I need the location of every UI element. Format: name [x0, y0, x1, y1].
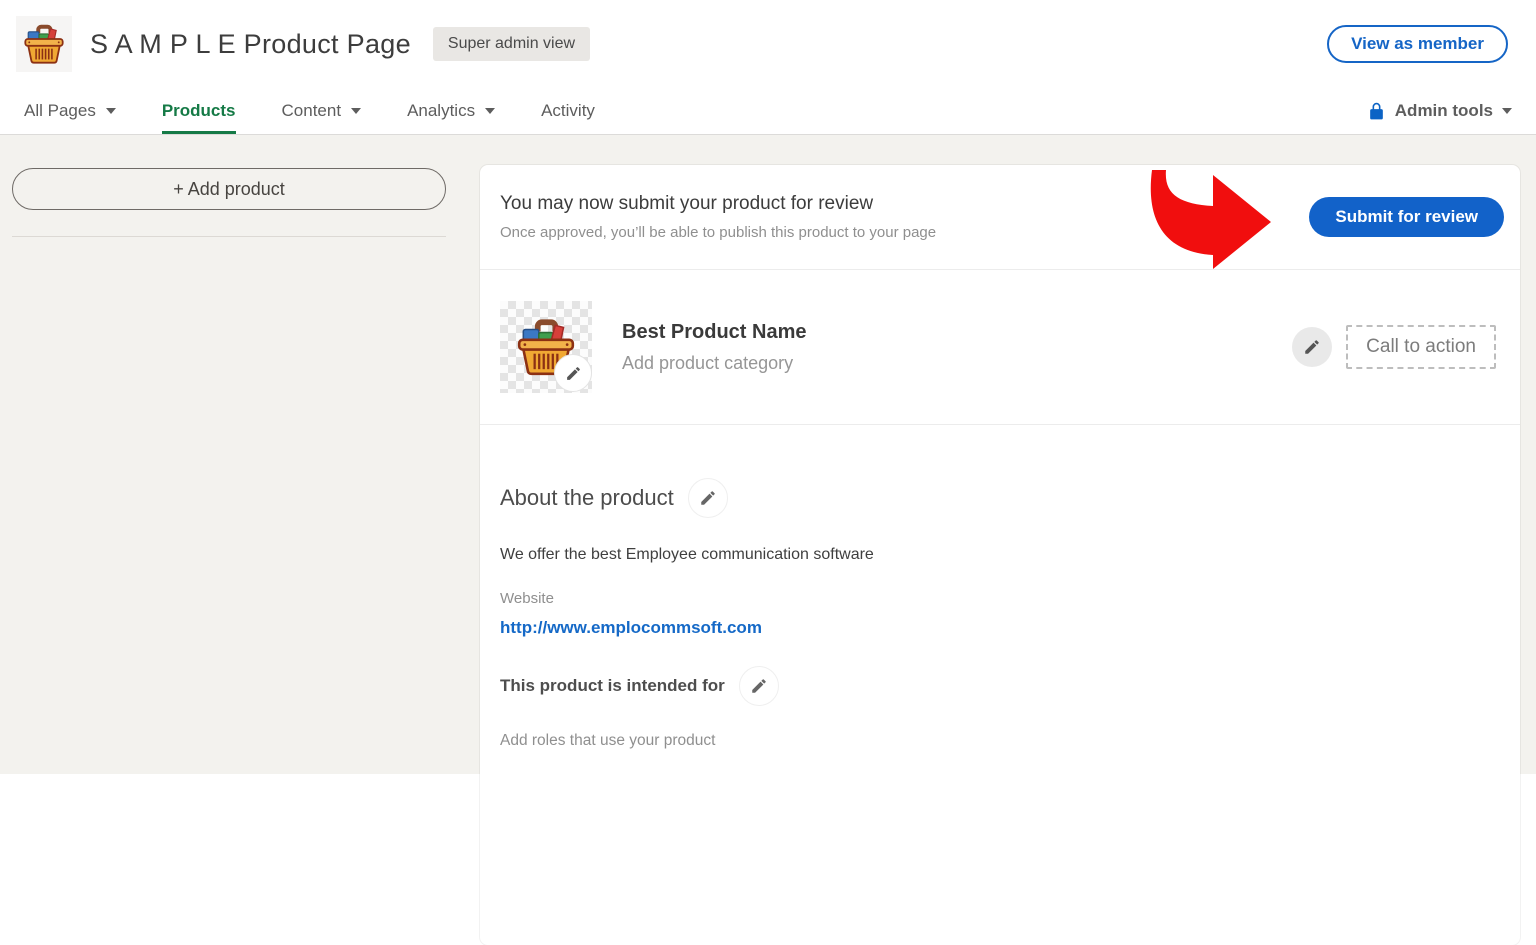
chevron-down-icon [351, 108, 362, 114]
lock-icon [1369, 102, 1383, 119]
product-summary-row: Best Product Name Add product category C… [480, 270, 1520, 425]
product-actions: Call to action [1292, 325, 1496, 369]
review-banner-text: You may now submit your product for revi… [500, 193, 936, 241]
page-header: S A M P L E Product Page Super admin vie… [0, 0, 1536, 88]
review-banner: You may now submit your product for revi… [480, 165, 1520, 270]
product-category-placeholder[interactable]: Add product category [622, 353, 807, 374]
intended-for-row: This product is intended for [500, 666, 1500, 706]
admin-tools-menu[interactable]: Admin tools [1367, 101, 1512, 121]
edit-intended-for-button[interactable] [738, 666, 779, 706]
chevron-down-icon [1502, 108, 1512, 114]
nav-tab-label: Content [281, 101, 342, 120]
submit-for-review-button[interactable]: Submit for review [1309, 197, 1504, 237]
product-name: Best Product Name [622, 320, 807, 343]
nav-tab-products[interactable]: Products [161, 88, 236, 134]
pencil-icon [752, 679, 766, 693]
edit-call-to-action-button[interactable] [1292, 327, 1333, 367]
nav-tab-label: All Pages [24, 101, 96, 120]
review-banner-title: You may now submit your product for revi… [500, 193, 874, 214]
product-card: You may now submit your product for revi… [480, 165, 1520, 945]
page: S A M P L E Product Page Super admin vie… [0, 0, 1536, 945]
nav-tab-all-pages[interactable]: All Pages [24, 88, 116, 134]
product-image [500, 301, 592, 393]
intended-for-label: This product is intended for [500, 676, 725, 695]
content-area: + Add product You may now submit your pr… [0, 135, 1536, 945]
about-section: About the product We offer the best Empl… [480, 425, 1520, 750]
nav-tab-analytics[interactable]: Analytics [407, 88, 496, 134]
chevron-down-icon [485, 108, 496, 114]
sidebar-divider [12, 236, 446, 237]
pencil-icon [566, 366, 580, 380]
nav-tab-label: Products [161, 101, 236, 120]
website-link[interactable]: http://www.emplocommsoft.com [500, 618, 762, 638]
nav-tab-activity[interactable]: Activity [541, 88, 595, 134]
nav-tab-content[interactable]: Content [282, 88, 362, 134]
edit-about-button[interactable] [687, 478, 728, 518]
roles-placeholder: Add roles that use your product [500, 732, 716, 749]
product-text: Best Product Name Add product category [622, 321, 807, 374]
about-description: We offer the best Employee communication… [500, 546, 874, 563]
nav-tab-label: Activity [541, 101, 595, 120]
edit-product-image-button[interactable] [554, 354, 592, 392]
review-banner-subtitle: Once approved, you’ll be able to publish… [500, 224, 937, 241]
call-to-action-button[interactable]: Call to action [1346, 325, 1496, 369]
page-nav: All Pages Products Content Analytics Act… [0, 88, 1536, 135]
shopping-basket-logo-icon [16, 16, 72, 72]
nav-tab-label: Analytics [407, 101, 476, 120]
about-heading-row: About the product [500, 478, 1500, 518]
chevron-down-icon [105, 108, 116, 114]
website-label: Website [500, 590, 554, 607]
view-as-member-button[interactable]: View as member [1327, 25, 1508, 63]
pencil-icon [1305, 340, 1319, 354]
pencil-icon [700, 491, 715, 505]
super-admin-view-badge: Super admin view [432, 27, 591, 61]
add-product-button[interactable]: + Add product [12, 168, 446, 210]
about-heading: About the product [500, 485, 674, 510]
page-title: S A M P L E Product Page [90, 28, 411, 59]
admin-tools-label: Admin tools [1394, 101, 1493, 120]
